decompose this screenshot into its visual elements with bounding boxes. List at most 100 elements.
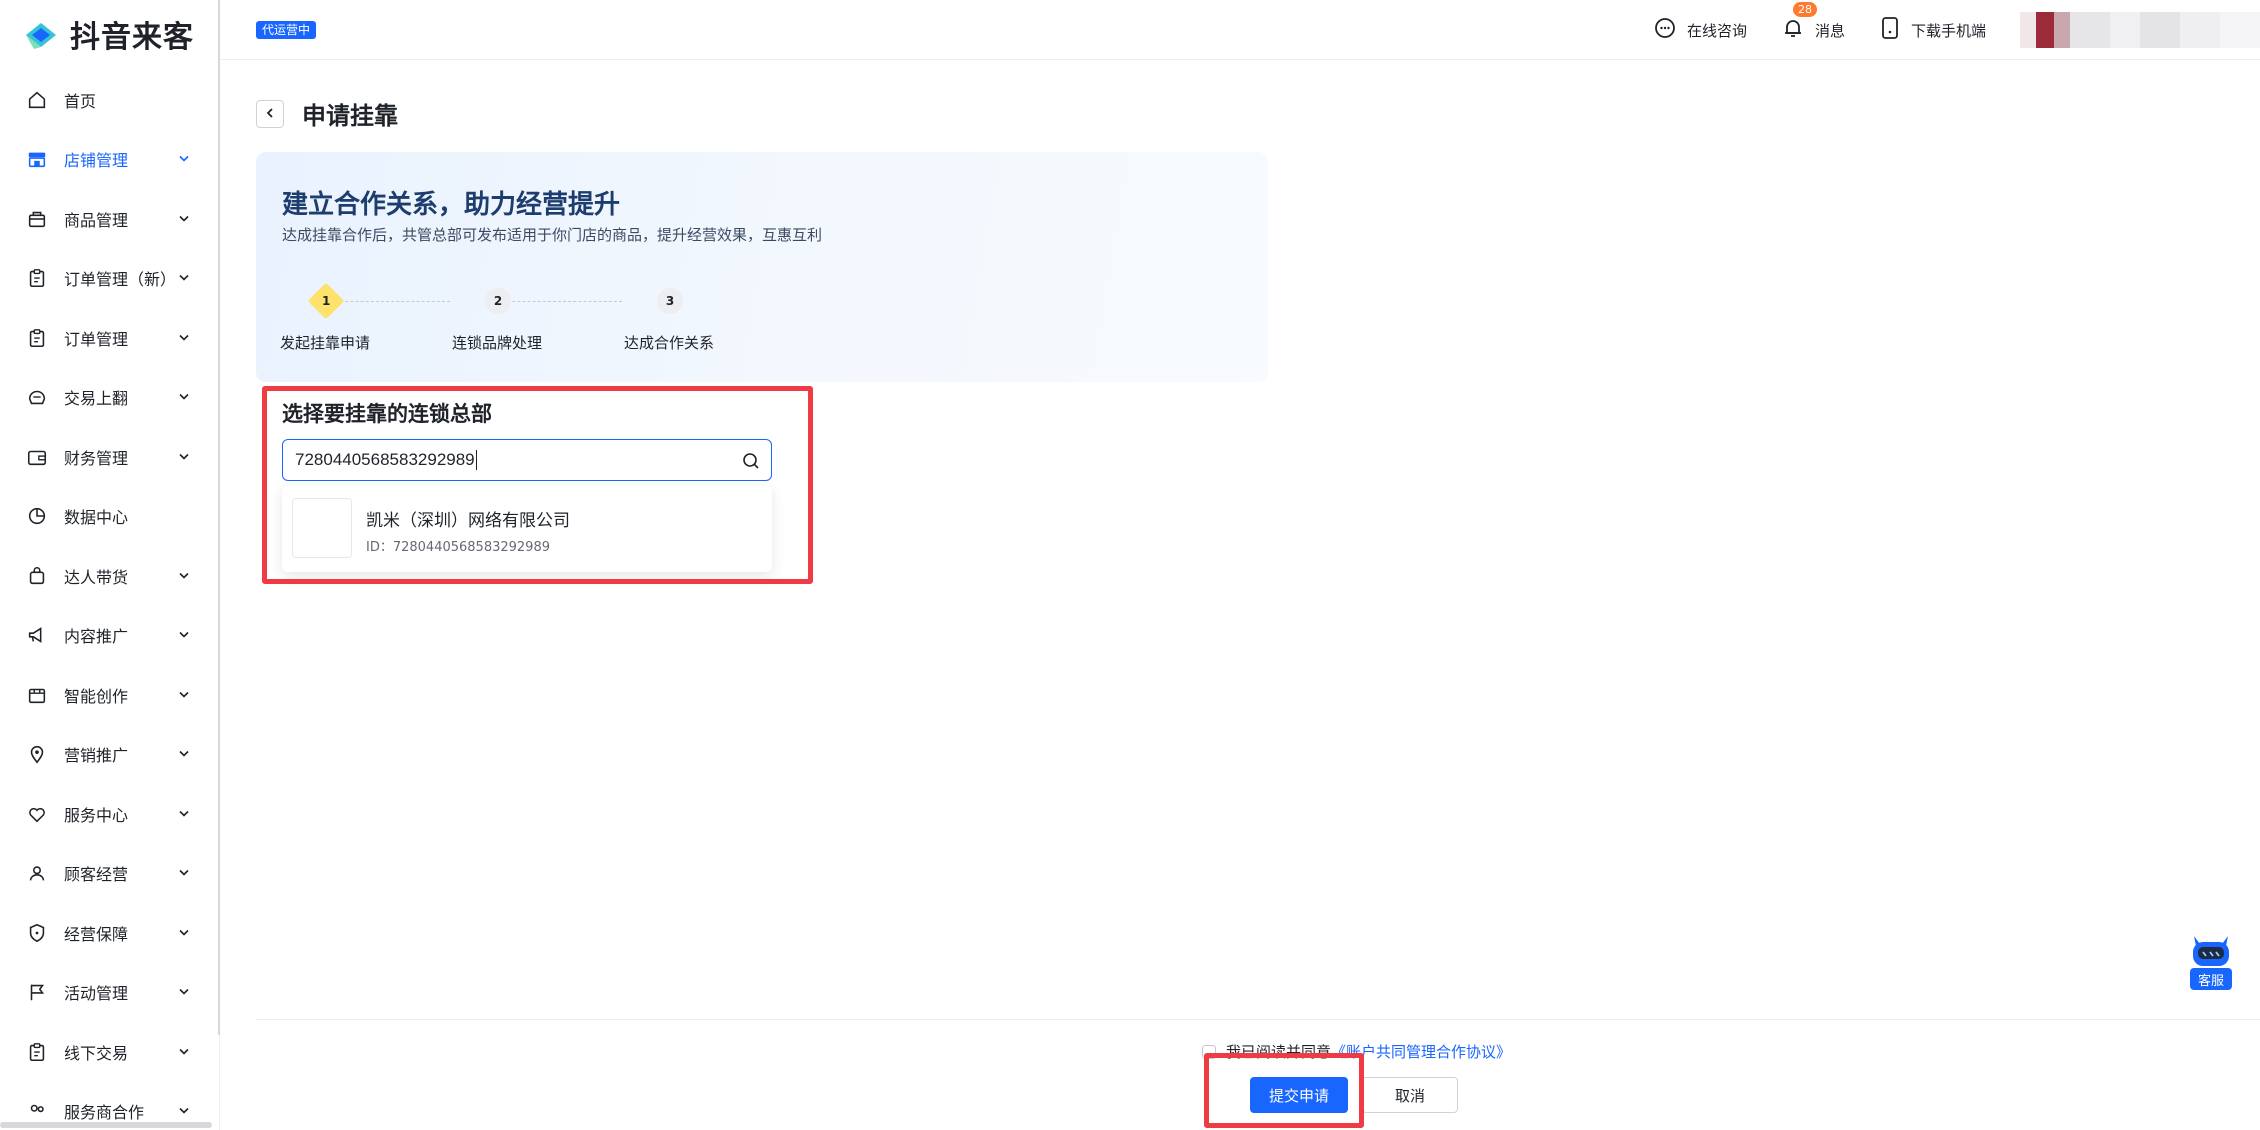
chevron-down-icon[interactable] xyxy=(178,804,190,823)
step-3-marker: 3 xyxy=(657,288,683,314)
progress-steps: 1 发起挂靠申请 2 连锁品牌处理 3 达成合作关系 xyxy=(280,282,720,358)
sidebar-item[interactable]: 交易上翻 xyxy=(0,368,220,428)
step-1-label: 发起挂靠申请 xyxy=(280,334,371,352)
create-icon xyxy=(26,684,48,706)
sidebar-item-label: 商品管理 xyxy=(64,210,129,230)
chevron-down-icon[interactable] xyxy=(178,388,190,407)
cancel-button[interactable]: 取消 xyxy=(1362,1077,1458,1113)
sidebar-item-label: 顾客经营 xyxy=(64,865,129,885)
sidebar-item-label: 线下交易 xyxy=(64,1043,129,1063)
sidebar-item[interactable]: 经营保障 xyxy=(0,903,220,963)
chevron-down-icon[interactable] xyxy=(178,209,190,228)
sidebar-item-label: 订单管理 xyxy=(64,329,129,349)
step-3-label: 达成合作关系 xyxy=(624,334,715,352)
sidebar-item[interactable]: 智能创作 xyxy=(0,665,220,725)
page-title: 申请挂靠 xyxy=(302,102,398,130)
chevron-down-icon[interactable] xyxy=(178,1042,190,1061)
step-connector xyxy=(492,301,622,302)
sidebar-item[interactable]: 内容推广 xyxy=(0,606,220,666)
robot-icon xyxy=(2188,928,2234,970)
sidebar-item[interactable]: 顾客经营 xyxy=(0,844,220,904)
sidebar-item[interactable]: 服务中心 xyxy=(0,784,220,844)
chevron-left-icon xyxy=(264,104,276,123)
chevron-down-icon[interactable] xyxy=(178,150,190,169)
store-icon xyxy=(26,148,48,170)
hero-subtitle: 达成挂靠合作后，共管总部可发布适用于你门店的商品，提升经营效果，互惠互利 xyxy=(282,226,823,244)
sidebar-item[interactable]: 订单管理 xyxy=(0,308,220,368)
trade-icon xyxy=(26,386,48,408)
topbar: 代运营中 在线咨询 28 消息 下载手机端 xyxy=(220,0,2260,60)
sidebar-item[interactable]: 达人带货 xyxy=(0,546,220,606)
chevron-down-icon[interactable] xyxy=(178,447,190,466)
sidebar-item-label: 营销推广 xyxy=(64,746,129,766)
step-2-label: 连锁品牌处理 xyxy=(452,334,543,352)
chevron-down-icon[interactable] xyxy=(178,328,190,347)
sidebar-item[interactable]: 数据中心 xyxy=(0,487,220,547)
logo-text: 抖音来客 xyxy=(70,20,194,55)
sidebar-item[interactable]: 营销推广 xyxy=(0,725,220,785)
customer-service-widget[interactable]: 客服 xyxy=(2186,928,2236,994)
partner-icon xyxy=(26,1100,48,1122)
sidebar-item[interactable]: 店铺管理 xyxy=(0,130,220,190)
hero-title: 建立合作关系，助力经营提升 xyxy=(282,190,621,220)
page-header: 申请挂靠 xyxy=(256,96,398,131)
step-2-marker: 2 xyxy=(485,288,511,314)
chevron-down-icon[interactable] xyxy=(178,626,190,645)
chevron-down-icon[interactable] xyxy=(178,745,190,764)
user-avatar[interactable] xyxy=(2020,12,2260,48)
sidebar-item-label: 数据中心 xyxy=(64,508,129,528)
sidebar-item-label: 服务中心 xyxy=(64,805,129,825)
clipboard-icon xyxy=(26,267,48,289)
horizontal-scrollbar[interactable] xyxy=(0,1122,212,1128)
bell-icon: 28 xyxy=(1781,2,1817,44)
sidebar-item[interactable]: 线下交易 xyxy=(0,1022,220,1082)
step-1-marker: 1 xyxy=(307,282,345,320)
download-app-button[interactable]: 下载手机端 xyxy=(1879,16,1986,44)
sidebar-item[interactable]: 订单管理（新） xyxy=(0,249,220,309)
sidebar-item-label: 活动管理 xyxy=(64,984,129,1004)
download-app-label: 下载手机端 xyxy=(1910,21,1986,40)
clipboard-icon xyxy=(26,1041,48,1063)
sidebar-item-label: 智能创作 xyxy=(64,686,129,706)
chevron-down-icon[interactable] xyxy=(178,983,190,1002)
sidebar-item-label: 内容推广 xyxy=(64,627,129,647)
chevron-down-icon[interactable] xyxy=(178,685,190,704)
basket-icon xyxy=(26,208,48,230)
sidebar-item-label: 首页 xyxy=(64,91,97,111)
highlight-box-selection xyxy=(262,386,813,584)
logo-mark-icon xyxy=(22,17,60,51)
messages-button[interactable]: 28 消息 xyxy=(1781,2,1845,44)
highlight-box-submit xyxy=(1204,1053,1364,1128)
sidebar-item[interactable]: 商品管理 xyxy=(0,189,220,249)
messages-count-badge: 28 xyxy=(1792,2,1817,17)
sidebar-scrollbar[interactable] xyxy=(218,0,220,1035)
sidebar-item[interactable]: 财务管理 xyxy=(0,427,220,487)
chevron-down-icon[interactable] xyxy=(178,923,190,942)
megaphone-icon xyxy=(26,624,48,646)
clipboard-icon xyxy=(26,327,48,349)
sidebar-item-label: 达人带货 xyxy=(64,567,129,587)
back-button[interactable] xyxy=(256,99,284,128)
flag-icon xyxy=(26,981,48,1003)
sidebar-item-label: 交易上翻 xyxy=(64,389,129,409)
shield-icon xyxy=(26,922,48,944)
sidebar-item-label: 服务商合作 xyxy=(64,1103,145,1123)
chevron-down-icon[interactable] xyxy=(178,864,190,883)
customer-service-label: 客服 xyxy=(2190,968,2232,990)
chevron-down-icon[interactable] xyxy=(178,269,190,288)
sidebar-item[interactable]: 首页 xyxy=(0,70,220,130)
user-icon xyxy=(26,862,48,884)
home-icon xyxy=(26,89,48,111)
sidebar-nav: 首页店铺管理商品管理订单管理（新） 订单管理交易上翻财务管理数据中心达人带货内容推… xyxy=(0,70,220,1130)
heart-icon xyxy=(26,803,48,825)
chat-icon xyxy=(1653,16,1677,44)
online-consult-label: 在线咨询 xyxy=(1686,21,1747,40)
app-logo[interactable]: 抖音来客 xyxy=(22,14,194,55)
chevron-down-icon[interactable] xyxy=(178,566,190,585)
online-consult-button[interactable]: 在线咨询 xyxy=(1653,16,1747,44)
sidebar-item[interactable]: 活动管理 xyxy=(0,963,220,1023)
chevron-down-icon[interactable] xyxy=(178,1102,190,1121)
mode-badge: 代运营中 xyxy=(256,21,317,39)
wallet-icon xyxy=(26,446,48,468)
sidebar-item-label: 订单管理（新） xyxy=(64,270,177,290)
